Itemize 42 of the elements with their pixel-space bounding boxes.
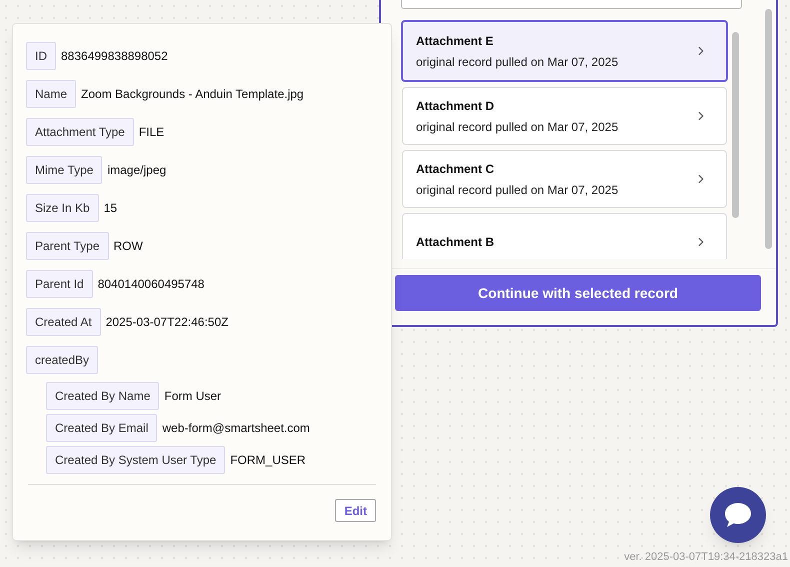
field-label: Created By Name <box>46 382 160 410</box>
record-subtitle: original record pulled on Mar 07, 2025 <box>416 182 620 198</box>
panel-scrollbar[interactable] <box>765 9 772 249</box>
field-value: FORM_USER <box>230 452 306 469</box>
field-label: Mime Type <box>26 156 102 184</box>
record-item[interactable]: Attachment E original record pulled on Mar 07, 2025 <box>401 20 728 82</box>
record-title: Attachment D <box>416 98 496 114</box>
field-value: 8836499838898052 <box>61 48 168 65</box>
record-title: Attachment E <box>416 32 494 50</box>
record-item[interactable]: Attachment D original record pulled on Mar 07, 2025 <box>402 87 727 145</box>
speech-bubble-icon <box>724 502 752 528</box>
field-label: createdBy <box>26 346 98 374</box>
field-value: 15 <box>104 200 118 217</box>
field-label: Name <box>26 80 76 108</box>
field-label: Attachment Type <box>26 118 134 146</box>
record-title: Attachment B <box>416 234 496 251</box>
field-value: Zoom Backgrounds - Anduin Template.jpg <box>81 86 304 103</box>
field-value: 2025-03-07T22:46:50Z <box>106 314 228 331</box>
record-item[interactable]: Attachment C original record pulled on Mar 07, 2025 <box>402 150 727 208</box>
edit-button[interactable]: Edit <box>335 499 376 522</box>
field-value: 8040140060495748 <box>98 276 204 293</box>
chat-button[interactable] <box>710 487 766 543</box>
field-label: Parent Type <box>26 232 108 260</box>
field-label: Created By System User Type <box>46 446 226 474</box>
field-value: ROW <box>114 238 143 255</box>
field-label: Parent Id <box>26 270 93 298</box>
record-subtitle: original record pulled on Mar 07, 2025 <box>416 118 620 136</box>
field-label: ID <box>26 42 56 70</box>
field-value: FILE <box>138 124 164 141</box>
panel-field[interactable] <box>401 0 742 9</box>
field-label: Size In Kb <box>26 194 99 222</box>
record-item[interactable]: Attachment B <box>402 213 727 259</box>
field-value: web-form@smartsheet.com <box>162 420 310 437</box>
field-value: Form User <box>164 388 222 405</box>
record-subtitle: original record pulled on Mar 07, 2025 <box>416 54 620 70</box>
list-scrollbar[interactable] <box>732 32 739 218</box>
continue-button[interactable]: Continue with selected record <box>395 275 761 311</box>
record-title: Attachment C <box>416 160 496 178</box>
field-label: Created At <box>26 308 101 336</box>
version-text: ver. 2025-03-07T19:34-218323a1 <box>624 550 788 564</box>
field-value: image/jpeg <box>107 162 166 179</box>
field-label: Created By Email <box>46 414 158 442</box>
